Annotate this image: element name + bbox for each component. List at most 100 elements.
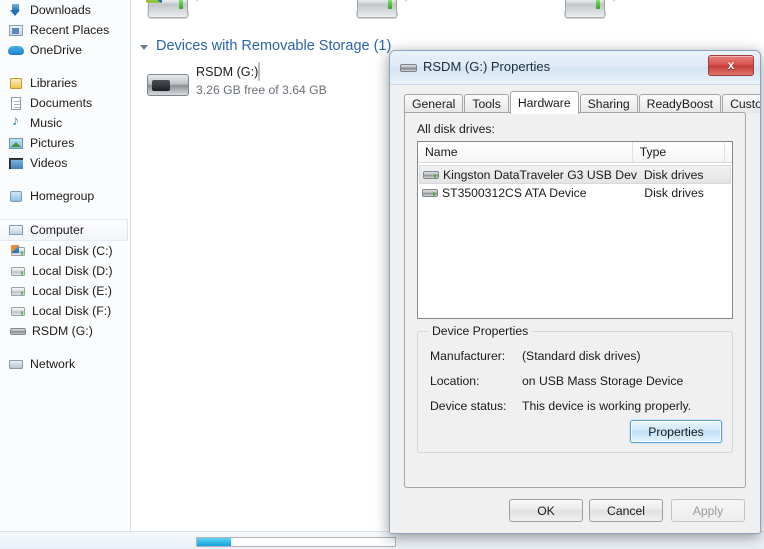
ok-button[interactable]: OK bbox=[509, 499, 583, 522]
close-button[interactable]: x bbox=[708, 55, 754, 76]
tab-label: ReadyBoost bbox=[646, 97, 714, 111]
sidebar-item-onedrive[interactable]: OneDrive bbox=[0, 40, 130, 60]
sidebar-item-label: Videos bbox=[30, 156, 68, 170]
status-usage-bar bbox=[196, 537, 396, 547]
tab-label: Tools bbox=[472, 97, 501, 111]
row-name-cell: Kingston DataTraveler G3 USB Device bbox=[420, 168, 637, 182]
sidebar-divider bbox=[0, 60, 130, 73]
sidebar-item-local-disk-d[interactable]: Local Disk (D:) bbox=[0, 261, 130, 281]
sidebar-item-pictures[interactable]: Pictures bbox=[0, 133, 130, 153]
sidebar-item-recent-places[interactable]: Recent Places bbox=[0, 20, 130, 40]
row-name-label: Kingston DataTraveler G3 USB Device bbox=[443, 167, 637, 182]
drive-usage-bar bbox=[404, 0, 407, 1]
sidebar-item-downloads[interactable]: Downloads bbox=[0, 0, 130, 20]
column-header-filler[interactable] bbox=[725, 142, 732, 162]
usb-drive-icon bbox=[10, 323, 27, 339]
collapse-triangle-icon[interactable] bbox=[140, 44, 148, 50]
sidebar-item-label: Recent Places bbox=[30, 23, 110, 37]
system-drive-icon bbox=[10, 243, 27, 259]
drive-tile-e[interactable]: 111 GB fre bbox=[555, 0, 764, 30]
tab-label: Hardware bbox=[517, 96, 571, 110]
device-properties-group: Device Properties Manufacturer: (Standar… bbox=[417, 324, 733, 453]
sidebar-item-computer[interactable]: Computer bbox=[0, 219, 128, 241]
tab-sharing[interactable]: Sharing bbox=[579, 94, 638, 113]
property-value: (Standard disk drives) bbox=[522, 349, 641, 363]
download-icon bbox=[8, 2, 25, 18]
sidebar-item-label: Pictures bbox=[30, 136, 75, 150]
properties-dialog: RSDM (G:) Properties x General Tools Har… bbox=[389, 50, 761, 534]
tab-customize[interactable]: Customize bbox=[722, 94, 760, 113]
dialog-footer: OK Cancel Apply bbox=[390, 499, 760, 523]
drive-icon bbox=[423, 169, 440, 181]
sidebar-item-label: Homegroup bbox=[30, 189, 95, 203]
network-icon bbox=[8, 356, 25, 372]
drive-icon bbox=[353, 0, 401, 28]
tab-hardware[interactable]: Hardware bbox=[509, 91, 579, 114]
dialog-title: RSDM (G:) Properties bbox=[423, 59, 551, 74]
sidebar-item-label: RSDM (G:) bbox=[32, 324, 93, 338]
sidebar-item-label: Local Disk (E:) bbox=[32, 284, 112, 298]
hard-drives-row: 72.7 GB free of 108 GB 99.7 GB free of 1… bbox=[132, 0, 764, 30]
sidebar-item-local-disk-f[interactable]: Local Disk (F:) bbox=[0, 301, 130, 321]
list-header-row: Name Type bbox=[418, 142, 732, 163]
tab-tools[interactable]: Tools bbox=[464, 94, 509, 113]
sidebar-item-local-disk-c[interactable]: Local Disk (C:) bbox=[0, 241, 130, 261]
sidebar-item-label: Local Disk (C:) bbox=[32, 244, 113, 258]
navigation-pane[interactable]: Downloads Recent Places OneDrive Librari… bbox=[0, 0, 131, 531]
videos-icon bbox=[8, 155, 25, 171]
column-header-label: Type bbox=[639, 145, 667, 159]
sidebar-item-label: Local Disk (F:) bbox=[32, 304, 112, 318]
drive-icon bbox=[561, 0, 609, 28]
pictures-icon bbox=[8, 135, 25, 151]
drive-usage-bar bbox=[613, 0, 616, 1]
sidebar-item-label: Local Disk (D:) bbox=[32, 264, 113, 278]
recent-places-icon bbox=[8, 22, 25, 38]
property-key: Location: bbox=[430, 374, 480, 388]
sidebar-item-videos[interactable]: Videos bbox=[0, 153, 130, 173]
cancel-button[interactable]: Cancel bbox=[589, 499, 663, 522]
hardware-tab-page: All disk drives: Name Type Kingston Data… bbox=[404, 112, 746, 488]
property-key: Device status: bbox=[430, 399, 507, 413]
sidebar-item-network[interactable]: Network bbox=[0, 354, 130, 374]
sidebar-item-documents[interactable]: Documents bbox=[0, 93, 130, 113]
tab-label: Customize bbox=[730, 97, 760, 111]
device-properties-button[interactable]: Properties bbox=[630, 420, 722, 443]
row-type-cell: Disk drives bbox=[644, 185, 704, 200]
tab-label: Sharing bbox=[587, 97, 630, 111]
sidebar-item-local-disk-e[interactable]: Local Disk (E:) bbox=[0, 281, 130, 301]
sidebar-item-rsdm-g[interactable]: RSDM (G:) bbox=[0, 321, 130, 341]
property-key: Manufacturer: bbox=[430, 349, 506, 363]
column-header-name[interactable]: Name bbox=[418, 142, 633, 162]
dialog-body: General Tools Hardware Sharing ReadyBoos… bbox=[390, 85, 760, 533]
screen: Downloads Recent Places OneDrive Librari… bbox=[0, 0, 764, 549]
row-name-cell: ST3500312CS ATA Device bbox=[419, 186, 637, 200]
sidebar-item-music[interactable]: Music bbox=[0, 112, 130, 133]
tab-general[interactable]: General bbox=[404, 94, 464, 113]
property-value: on USB Mass Storage Device bbox=[522, 374, 684, 388]
dialog-title-bar[interactable]: RSDM (G:) Properties x bbox=[390, 51, 760, 85]
table-row[interactable]: ST3500312CS ATA Device Disk drives bbox=[419, 184, 731, 201]
apply-button[interactable]: Apply bbox=[671, 499, 745, 522]
drive-icon bbox=[10, 263, 27, 279]
sidebar-item-libraries[interactable]: Libraries bbox=[0, 73, 130, 93]
drive-tile-name: RSDM (G:) bbox=[196, 65, 259, 79]
drive-tile-d[interactable]: 99.7 GB free of 150 GB bbox=[347, 0, 556, 30]
usb-drive-icon bbox=[400, 62, 417, 74]
usb-drive-icon bbox=[144, 62, 192, 108]
system-drive-icon bbox=[144, 0, 192, 28]
column-header-type[interactable]: Type bbox=[633, 142, 725, 162]
tab-strip: General Tools Hardware Sharing ReadyBoos… bbox=[404, 91, 760, 114]
tab-readyboost[interactable]: ReadyBoost bbox=[638, 94, 722, 113]
homegroup-icon bbox=[8, 188, 25, 204]
drive-tile-rsdm-g[interactable]: RSDM (G:) 3.26 GB free of 3.64 GB bbox=[138, 58, 386, 110]
sidebar-divider bbox=[0, 206, 130, 219]
sidebar-item-label: Network bbox=[30, 357, 76, 371]
drive-tile-c[interactable]: 72.7 GB free of 108 GB bbox=[138, 0, 347, 30]
sidebar-item-label: Computer bbox=[30, 223, 84, 237]
row-type-cell: Disk drives bbox=[643, 167, 704, 182]
table-row[interactable]: Kingston DataTraveler G3 USB Device Disk… bbox=[419, 165, 731, 184]
property-value: This device is working properly. bbox=[522, 399, 692, 413]
sidebar-item-homegroup[interactable]: Homegroup bbox=[0, 186, 130, 206]
libraries-icon bbox=[8, 75, 25, 91]
disk-drives-list[interactable]: Name Type Kingston DataTraveler G3 USB D… bbox=[417, 141, 733, 319]
